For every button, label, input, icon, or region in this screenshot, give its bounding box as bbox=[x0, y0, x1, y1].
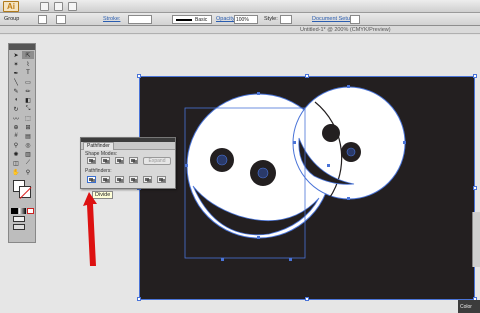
pathfinder-tab[interactable]: Pathfinder bbox=[83, 142, 114, 150]
symbol-sprayer-tool-icon[interactable]: ✺ bbox=[10, 150, 22, 158]
eraser-tool-icon[interactable]: ◧ bbox=[22, 96, 34, 104]
red-arrow-annotation bbox=[83, 192, 97, 266]
blob-brush-tool-icon[interactable]: ◖ bbox=[10, 96, 22, 104]
unite-button[interactable] bbox=[87, 157, 96, 164]
opacity-field[interactable]: 100% bbox=[234, 15, 258, 24]
stroke-preview-icon bbox=[176, 19, 192, 21]
style-label: Style: bbox=[264, 16, 278, 22]
stroke-swatch[interactable] bbox=[56, 15, 66, 24]
color-panel-label: Color bbox=[460, 304, 472, 310]
resize-handle-top-right[interactable] bbox=[473, 74, 477, 78]
shape-builder-tool-icon[interactable]: ⊕ bbox=[10, 123, 22, 131]
document-setup-link[interactable]: Document Setup bbox=[312, 16, 353, 22]
lasso-tool-icon[interactable]: ⌇ bbox=[22, 60, 34, 68]
document-title-bar: Untitled-1* @ 200% (CMYK/Preview) bbox=[0, 26, 480, 34]
scale-tool-icon[interactable]: ⤡ bbox=[22, 105, 34, 113]
divide-button[interactable] bbox=[87, 176, 96, 183]
minus-front-button[interactable] bbox=[101, 157, 110, 164]
drawing-mode-icon[interactable] bbox=[13, 216, 25, 222]
brush-label: Basic bbox=[195, 17, 208, 23]
column-graph-tool-icon[interactable]: ▥ bbox=[22, 150, 34, 158]
stroke-link[interactable]: Stroke: bbox=[103, 16, 120, 22]
expand-button[interactable]: Expand bbox=[143, 157, 171, 165]
gradient-mode-icon[interactable] bbox=[19, 208, 26, 214]
type-tool-icon[interactable]: T bbox=[22, 69, 34, 77]
selection-type-label: Group bbox=[4, 16, 20, 22]
trim-button[interactable] bbox=[101, 176, 110, 183]
minus-back-button[interactable] bbox=[157, 176, 166, 183]
pathfinder-tab-bar: Pathfinder bbox=[81, 142, 175, 150]
tools-panel: ➤ ⇱ ✶ ⌇ ✒ T ╲ ▭ ✎ ✏ ◖ ◧ ↻ ⤡ 〰 ⬚ ⊕ ⊞ # ▤ … bbox=[8, 43, 36, 243]
artboard-tool-icon[interactable]: ◫ bbox=[10, 159, 22, 167]
color-mode-buttons bbox=[9, 208, 35, 214]
illustrator-logo: Ai bbox=[3, 1, 19, 12]
graphic-style-swatch[interactable] bbox=[280, 15, 292, 24]
application-bar: Ai bbox=[0, 0, 480, 13]
color-panel-tab[interactable]: Color bbox=[458, 300, 480, 313]
fill-stroke-swatches bbox=[9, 178, 35, 208]
none-mode-icon[interactable] bbox=[27, 208, 34, 214]
resize-handle-bottom[interactable] bbox=[305, 297, 309, 301]
brush-definition-dropdown[interactable]: Basic bbox=[172, 15, 212, 24]
stroke-color-icon[interactable] bbox=[19, 186, 31, 198]
control-bar: Group Stroke: Basic Opacity: 100% Style:… bbox=[0, 13, 480, 26]
eyedropper-tool-icon[interactable]: ⚲ bbox=[10, 141, 22, 149]
mesh-tool-icon[interactable]: # bbox=[10, 132, 22, 140]
direct-selection-tool-icon[interactable]: ⇱ bbox=[22, 51, 34, 59]
free-transform-tool-icon[interactable]: ⬚ bbox=[22, 114, 34, 122]
warp-tool-icon[interactable]: 〰 bbox=[10, 114, 22, 123]
gradient-tool-icon[interactable]: ▤ bbox=[22, 132, 34, 140]
document-title: Untitled-1* @ 200% (CMYK/Preview) bbox=[300, 27, 391, 33]
intersect-button[interactable] bbox=[115, 157, 124, 164]
outline-button[interactable] bbox=[143, 176, 152, 183]
magic-wand-tool-icon[interactable]: ✶ bbox=[10, 60, 22, 68]
resize-handle-top[interactable] bbox=[305, 74, 309, 78]
pathfinder-panel: Pathfinder Shape Modes: Expand Pathfinde… bbox=[80, 137, 176, 189]
pen-tool-icon[interactable]: ✒ bbox=[10, 69, 22, 77]
rotate-tool-icon[interactable]: ↻ bbox=[10, 105, 22, 113]
merge-button[interactable] bbox=[115, 176, 124, 183]
align-dropdown[interactable] bbox=[350, 15, 360, 24]
crop-button[interactable] bbox=[129, 176, 138, 183]
zoom-tool-icon[interactable]: ⚲ bbox=[22, 168, 34, 176]
paintbrush-tool-icon[interactable]: ✎ bbox=[10, 87, 22, 95]
selection-bounding-box bbox=[139, 76, 475, 300]
rectangle-tool-icon[interactable]: ▭ bbox=[22, 78, 34, 86]
resize-handle-top-left[interactable] bbox=[137, 74, 141, 78]
resize-handle-right[interactable] bbox=[473, 186, 477, 190]
opacity-value: 100% bbox=[236, 17, 249, 23]
stroke-weight-field[interactable] bbox=[128, 15, 152, 24]
arrange-documents-icon[interactable] bbox=[54, 2, 63, 11]
bridge-icon[interactable] bbox=[40, 2, 49, 11]
hand-tool-icon[interactable]: ✋ bbox=[10, 168, 22, 176]
exclude-button[interactable] bbox=[129, 157, 138, 164]
slice-tool-icon[interactable]: ⟋ bbox=[22, 159, 34, 167]
blend-tool-icon[interactable]: ◎ bbox=[22, 141, 34, 149]
view-options-icon[interactable] bbox=[68, 2, 77, 11]
perspective-grid-tool-icon[interactable]: ⊞ bbox=[22, 123, 34, 131]
screen-mode-icon[interactable] bbox=[13, 224, 25, 230]
fill-swatch[interactable] bbox=[38, 15, 47, 24]
line-tool-icon[interactable]: ╲ bbox=[10, 78, 22, 86]
pathfinders-label: Pathfinders: bbox=[85, 168, 112, 174]
pencil-tool-icon[interactable]: ✏ bbox=[22, 87, 34, 95]
resize-handle-bottom-left[interactable] bbox=[137, 297, 141, 301]
color-mode-icon[interactable] bbox=[11, 208, 18, 214]
selection-tool-icon[interactable]: ➤ bbox=[10, 51, 22, 59]
right-dock-strip[interactable] bbox=[472, 212, 480, 267]
